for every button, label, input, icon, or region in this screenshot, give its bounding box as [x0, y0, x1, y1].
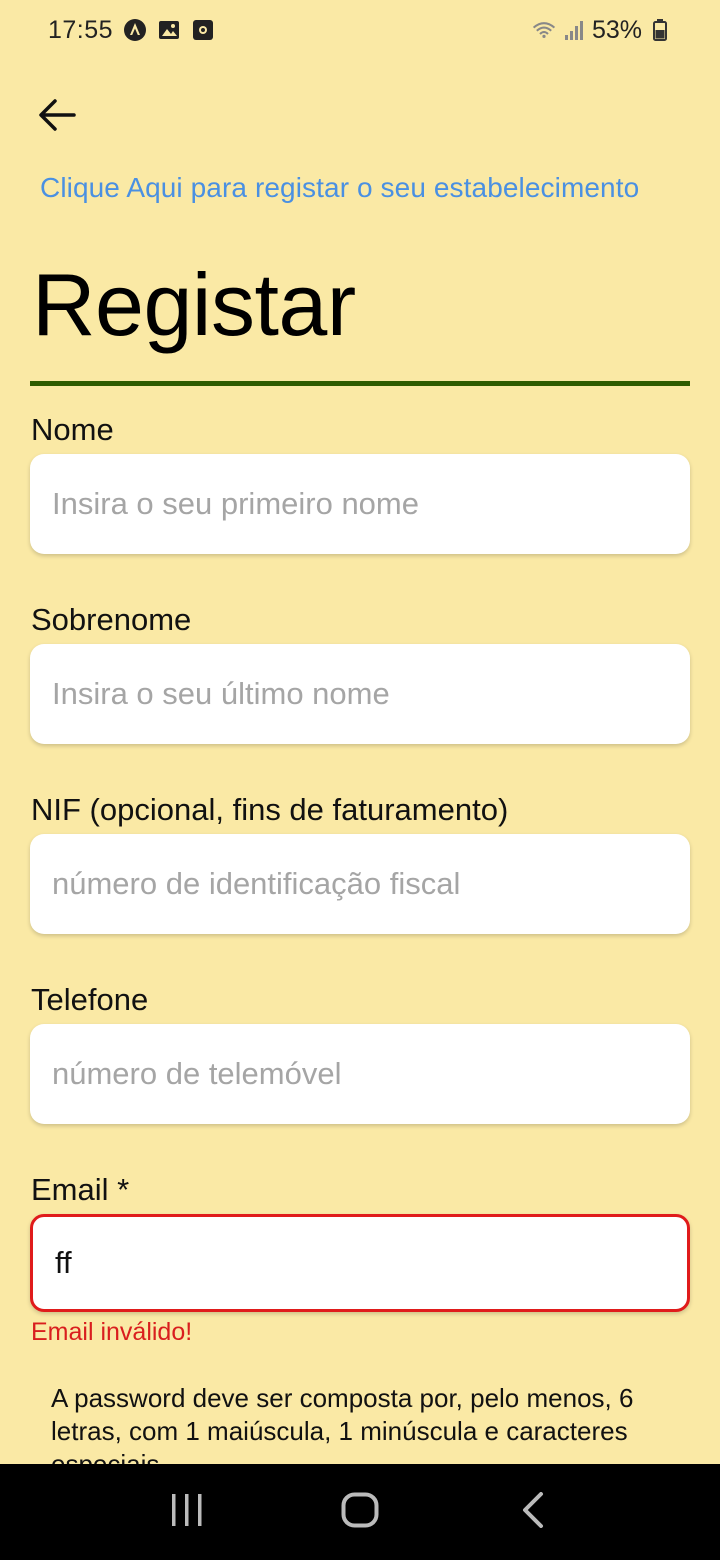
phone-placeholder: número de telemóvel — [52, 1056, 342, 1091]
back-button[interactable] — [30, 90, 84, 144]
status-time: 17:55 — [48, 15, 114, 44]
recent-apps-icon — [169, 1493, 205, 1532]
image-icon — [157, 18, 181, 42]
page-title: Registar — [32, 255, 356, 354]
email-value: ff — [55, 1245, 72, 1280]
camera-app-icon — [191, 18, 215, 42]
system-nav-bar — [0, 1464, 720, 1560]
last-name-placeholder: Insira o seu último nome — [52, 676, 390, 711]
arrow-left-icon — [38, 98, 76, 137]
signal-icon — [562, 18, 586, 42]
status-left: 17:55 — [48, 16, 215, 45]
status-bar: 17:55 53% — [0, 0, 720, 60]
register-establishment-link[interactable]: Clique Aqui para registar o seu estabele… — [40, 172, 639, 204]
first-name-field[interactable]: Insira o seu primeiro nome — [30, 454, 690, 554]
battery-percentage: 53% — [591, 15, 642, 44]
email-field[interactable]: ff — [30, 1214, 690, 1312]
last-name-label: Sobrenome — [31, 602, 192, 637]
battery-icon — [648, 18, 672, 42]
first-name-placeholder: Insira o seu primeiro nome — [52, 486, 419, 521]
email-error-message: Email inválido! — [31, 1318, 193, 1346]
status-right: 53% — [532, 16, 672, 45]
first-name-label: Nome — [31, 412, 114, 447]
phone-label: Telefone — [31, 982, 149, 1017]
home-button[interactable] — [320, 1472, 400, 1552]
angular-icon — [123, 18, 147, 42]
back-nav-icon — [521, 1491, 545, 1533]
home-icon — [341, 1492, 379, 1533]
nav-back-button[interactable] — [493, 1472, 573, 1552]
last-name-field[interactable]: Insira o seu último nome — [30, 644, 690, 744]
nif-field[interactable]: número de identificação fiscal — [30, 834, 690, 934]
email-label: Email * — [31, 1172, 130, 1207]
phone-field[interactable]: número de telemóvel — [30, 1024, 690, 1124]
nif-placeholder: número de identificação fiscal — [52, 866, 461, 901]
recent-apps-button[interactable] — [147, 1472, 227, 1552]
wifi-icon — [532, 18, 556, 42]
title-divider — [30, 381, 690, 386]
nif-label: NIF (opcional, fins de faturamento) — [31, 792, 509, 827]
